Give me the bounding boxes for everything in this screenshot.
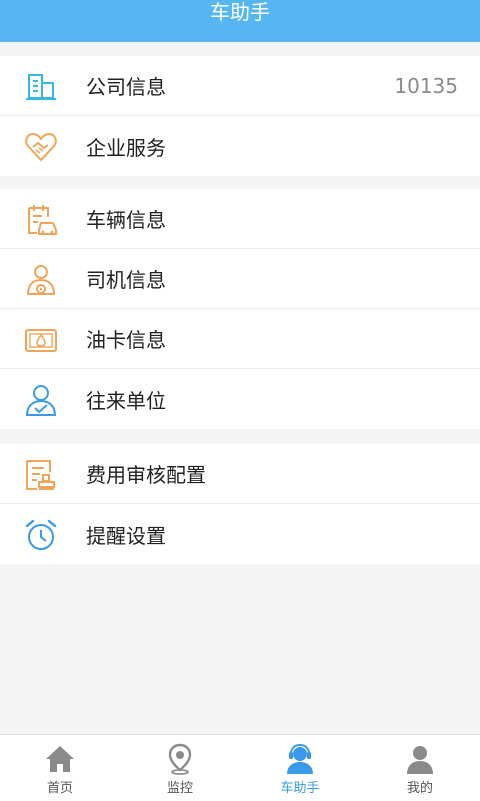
tab-mine[interactable]: 我的 [360,735,480,801]
menu-item-vehicle-info[interactable]: 车辆信息 [0,189,480,249]
menu-item-label: 公司信息 [86,75,166,99]
expense-stamp-icon [24,458,58,492]
bottom-tab-bar: 首页 监控 车助手 我的 [0,734,480,801]
building-icon [24,70,58,104]
vehicle-doc-icon [24,203,58,237]
tab-home[interactable]: 首页 [0,735,120,801]
partner-user-icon [24,383,58,417]
handshake-heart-icon [24,130,58,164]
menu-item-partner-units[interactable]: 往来单位 [0,369,480,429]
menu-item-label: 往来单位 [86,388,166,413]
fuel-card-icon [24,323,58,357]
menu-item-enterprise-service[interactable]: 企业服务 [0,116,480,176]
driver-icon [24,263,58,297]
alarm-clock-icon [24,518,58,552]
menu-item-expense-review-config[interactable]: 费用审核配置 [0,444,480,504]
user-profile-icon [404,743,436,775]
location-pin-icon [164,743,196,775]
tab-monitor[interactable]: 监控 [120,735,240,801]
menu-item-label: 司机信息 [86,268,166,292]
assistant-headset-icon [284,743,316,775]
menu-item-reminder-settings[interactable]: 提醒设置 [0,504,480,564]
menu-item-label: 企业服务 [86,135,166,160]
menu-group-company: 公司信息 10135 企业服务 [0,56,480,176]
menu-item-label: 车辆信息 [86,208,166,232]
page-title: 车助手 [210,0,270,24]
tab-label: 我的 [406,781,433,796]
tab-assistant[interactable]: 车助手 [240,735,360,801]
menu-item-label: 提醒设置 [86,523,166,548]
app-header: 车助手 [0,0,480,42]
home-icon [44,743,76,775]
tab-label: 车助手 [280,781,320,796]
menu-group-resources: 车辆信息 司机信息 油卡信息 往来单位 [0,189,480,429]
tab-label: 首页 [46,781,73,796]
menu-item-driver-info[interactable]: 司机信息 [0,249,480,309]
tab-label: 监控 [166,781,193,796]
menu-item-label: 油卡信息 [86,328,166,352]
menu-group-settings: 费用审核配置 提醒设置 [0,444,480,564]
menu-item-label: 费用审核配置 [86,463,206,487]
menu-item-company-info[interactable]: 公司信息 10135 [0,56,480,116]
menu-item-fuel-card-info[interactable]: 油卡信息 [0,309,480,369]
company-id-value: 10135 [394,73,458,98]
